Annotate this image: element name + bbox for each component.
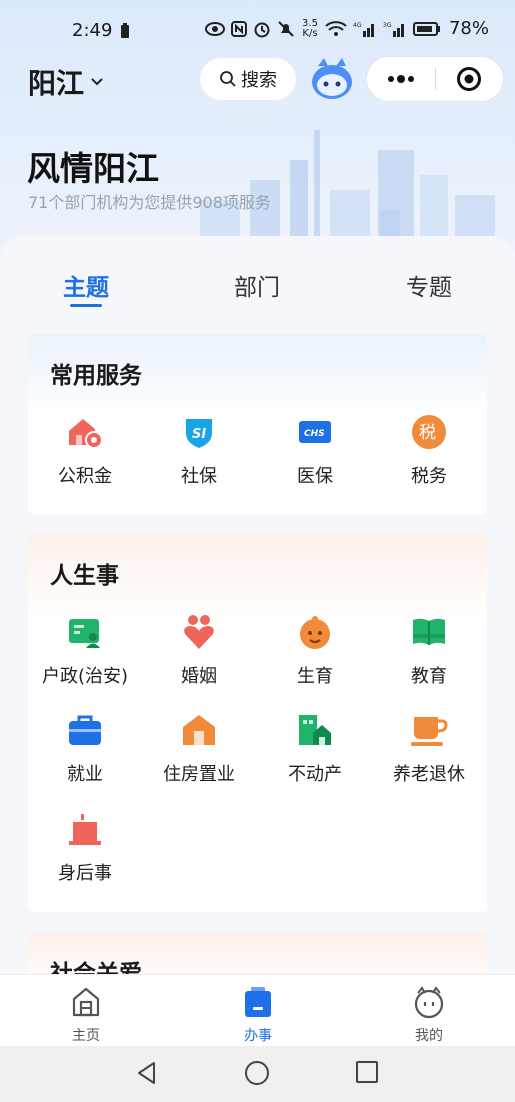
service-birth[interactable]: 生育: [258, 612, 372, 688]
social-security-icon: SI: [186, 419, 212, 448]
network-speed: 3.5 K/s: [302, 17, 318, 39]
service-label: 教育: [411, 666, 447, 687]
active-tab-indicator: [70, 304, 102, 307]
service-social-security[interactable]: SI 社保: [142, 412, 256, 488]
chevron-down-icon: [91, 78, 103, 86]
service-funeral[interactable]: 身后事: [28, 809, 142, 885]
service-employment[interactable]: 就业: [28, 710, 142, 786]
city-selector[interactable]: 阳江: [28, 62, 104, 102]
category-tabs: 主题 部门 专题: [0, 262, 515, 312]
service-housing[interactable]: 住房置业: [142, 710, 256, 786]
system-navigation-bar: [0, 1046, 515, 1102]
service-retirement[interactable]: 养老退休: [372, 710, 486, 786]
funeral-icon: [69, 814, 101, 845]
service-medical-insurance[interactable]: CHS 医保: [258, 412, 372, 488]
tab-themes[interactable]: 主题: [41, 268, 131, 302]
service-tax[interactable]: 税 税务: [372, 412, 486, 488]
search-icon: [220, 71, 236, 87]
more-icon: [387, 75, 414, 83]
status-time: 2:49: [72, 20, 113, 41]
svg-text:SI: SI: [192, 427, 206, 442]
status-bar: 2:49 3.5 K/s 4G 3G 78%: [0, 0, 515, 60]
nfc-icon: [230, 20, 247, 37]
more-button[interactable]: [367, 75, 435, 83]
retirement-icon: [411, 717, 448, 746]
service-label: 就业: [67, 764, 103, 785]
battery-saver-icon: [121, 22, 130, 38]
nav-profile[interactable]: 我的: [389, 985, 469, 1045]
common-services-card: 常用服务 公积金 SI 社保 CHS 医保 税 税务: [28, 334, 487, 514]
tab-topics[interactable]: 专题: [384, 268, 474, 302]
service-label: 社保: [181, 466, 217, 487]
profile-icon: [414, 986, 444, 1019]
eye-icon: [204, 21, 225, 36]
alarm-icon: [254, 22, 270, 37]
svg-text:4G: 4G: [353, 22, 362, 29]
service-real-estate[interactable]: 不动产: [258, 710, 372, 786]
service-education[interactable]: 教育: [372, 612, 486, 688]
nav-label: 主页: [72, 1028, 100, 1044]
nav-services[interactable]: 办事: [218, 985, 298, 1045]
nav-label: 我的: [415, 1028, 443, 1044]
search-button[interactable]: 搜索: [200, 58, 296, 100]
education-icon: [413, 618, 445, 645]
page-title: 风情阳江: [27, 149, 159, 188]
services-icon: [245, 987, 271, 1017]
service-label: 生育: [297, 666, 333, 687]
search-label: 搜索: [241, 70, 277, 91]
service-label: 不动产: [288, 764, 342, 785]
tab-departments[interactable]: 部门: [212, 268, 302, 302]
tax-icon: 税: [412, 415, 446, 449]
battery-icon: [412, 21, 440, 36]
back-triangle-icon[interactable]: [134, 1060, 160, 1086]
mascot-assistant-icon[interactable]: [308, 56, 356, 102]
page-subtitle: 71个部门机构为您提供908项服务: [28, 193, 271, 212]
service-marriage[interactable]: 婚姻: [142, 612, 256, 688]
real-estate-icon: [299, 715, 331, 745]
wifi-icon: [325, 20, 347, 36]
service-label: 身后事: [58, 863, 112, 884]
housing-icon: [183, 715, 215, 745]
mute-icon: [278, 20, 294, 37]
home-circle-icon[interactable]: [244, 1060, 270, 1086]
svg-text:CHS: CHS: [304, 429, 325, 439]
bottom-nav: 主页 办事 我的: [0, 974, 515, 1046]
service-label: 婚姻: [181, 666, 217, 687]
service-label: 公积金: [58, 466, 112, 487]
birth-icon: [300, 616, 330, 649]
svg-text:3G: 3G: [383, 22, 392, 29]
medical-insurance-icon: CHS: [299, 421, 331, 443]
close-mini-program-button[interactable]: [436, 66, 504, 92]
service-label: 户政(治安): [41, 666, 129, 687]
section-title: 常用服务: [50, 363, 142, 389]
service-label: 养老退休: [393, 764, 465, 785]
signal-3g-icon: 3G: [383, 22, 404, 37]
section-title: 人生事: [50, 563, 119, 589]
life-events-card: 人生事 户政(治安) 婚姻 生育 教育 就业 住房置业 不动产 养老退休 身后事: [28, 534, 487, 912]
signal-4g-icon: 4G: [353, 22, 374, 37]
household-icon: [69, 619, 100, 648]
service-household[interactable]: 户政(治安): [28, 612, 142, 688]
battery-percentage: 78%: [448, 18, 489, 39]
target-icon: [457, 67, 482, 91]
service-housing-fund[interactable]: 公积金: [28, 412, 142, 488]
city-name: 阳江: [28, 67, 85, 100]
home-icon: [72, 987, 100, 1017]
nav-label: 办事: [244, 1028, 272, 1044]
housing-fund-icon: [69, 419, 103, 449]
marriage-icon: [184, 615, 214, 649]
service-label: 税务: [411, 466, 447, 487]
svg-text:税: 税: [419, 423, 436, 443]
nav-home[interactable]: 主页: [46, 985, 126, 1045]
recents-square-icon[interactable]: [355, 1060, 379, 1084]
service-label: 医保: [297, 466, 333, 487]
mini-program-capsule: [366, 56, 504, 102]
service-label: 住房置业: [163, 764, 235, 785]
employment-icon: [69, 715, 101, 745]
